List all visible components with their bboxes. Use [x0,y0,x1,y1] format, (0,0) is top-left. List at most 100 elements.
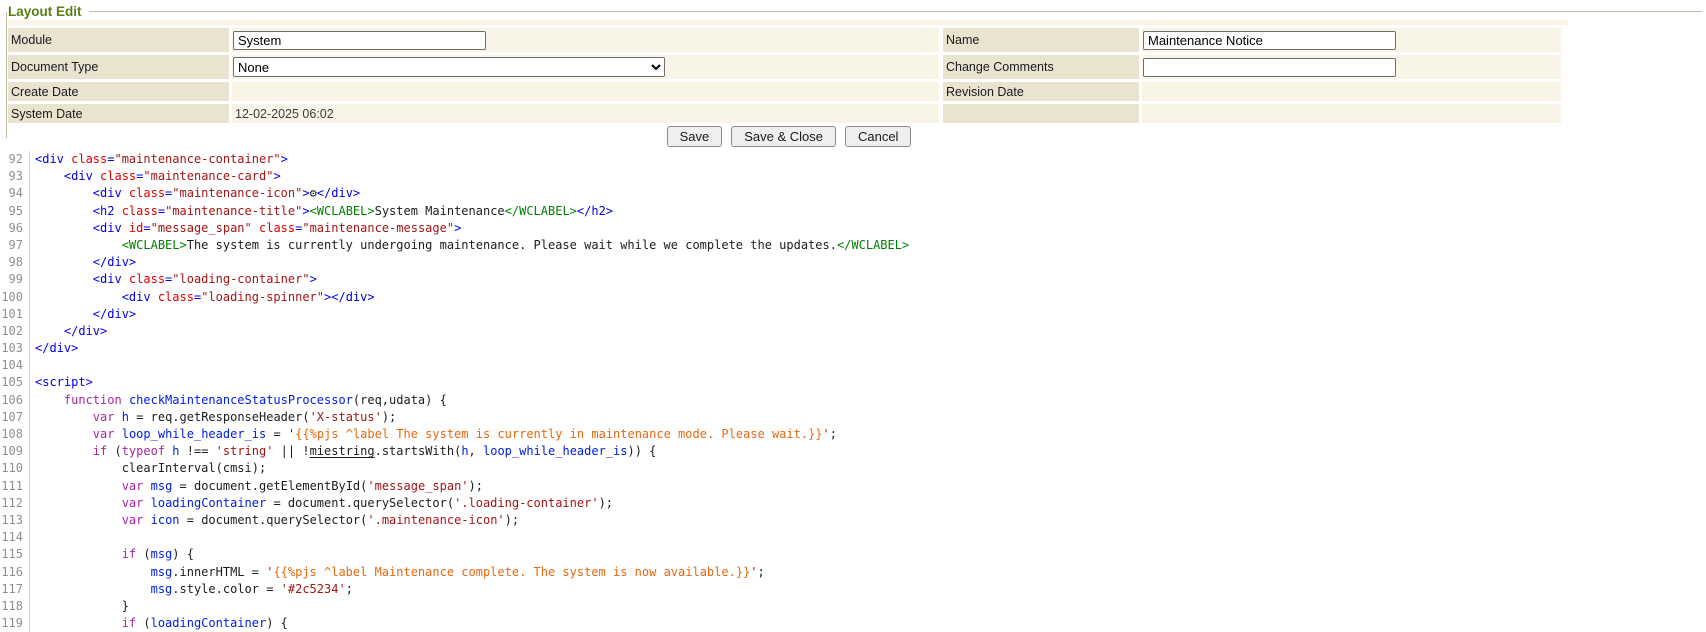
code-token-ostr: {{%pjs ^label The system is currently in… [295,427,822,441]
line-number: 107 [0,409,26,426]
code-line[interactable]: 113 var icon = document.querySelector('.… [0,512,1706,529]
code-line-content[interactable]: msg.innerHTML = '{{%pjs ^label Maintenan… [29,564,1706,581]
code-token-txt: ) { [172,547,194,561]
code-line[interactable]: 108 var loop_while_header_is = '{{%pjs ^… [0,426,1706,443]
code-line[interactable]: 117 msg.style.color = '#2c5234'; [0,581,1706,598]
code-line[interactable]: 109 if (typeof h !== 'string' || !miestr… [0,443,1706,460]
code-token-txt: ( [136,547,150,561]
code-token-ident: msg [151,479,173,493]
code-line[interactable]: 112 var loadingContainer = document.quer… [0,495,1706,512]
code-token-txt: = document.getElementById( [172,479,367,493]
code-token-str: ' [823,427,830,441]
code-line-content[interactable]: } [29,598,1706,615]
line-number: 102 [0,323,26,340]
code-token-txt: ; [830,427,837,441]
code-line[interactable]: 103</div> [0,340,1706,357]
code-line-content[interactable]: <div class="loading-container"> [29,271,1706,288]
code-editor[interactable]: 92<div class="maintenance-container">93 … [0,151,1706,632]
code-line[interactable]: 107 var h = req.getResponseHeader('X-sta… [0,409,1706,426]
module-input[interactable] [233,31,486,50]
code-token-txt: ) { [266,616,288,630]
code-line[interactable]: 116 msg.innerHTML = '{{%pjs ^label Maint… [0,564,1706,581]
code-line-content[interactable]: </div> [29,306,1706,323]
form-row-module-name: Module Name [8,28,1568,52]
form-top-strip [8,20,1568,25]
code-line-content[interactable]: <div class="maintenance-card"> [29,168,1706,185]
code-line-content[interactable]: <div class="loading-spinner"></div> [29,289,1706,306]
code-token-tag: <h2 [93,204,122,218]
code-line[interactable]: 94 <div class="maintenance-icon">⚙</div> [0,185,1706,202]
code-line[interactable]: 119 if (loadingContainer) { [0,615,1706,632]
code-line-content[interactable] [29,529,1706,546]
code-token-str: 'X-status' [310,410,382,424]
code-line-content[interactable]: function checkMaintenanceStatusProcessor… [29,392,1706,409]
code-line-content[interactable]: <div id="message_span" class="maintenanc… [29,220,1706,237]
code-token-txt: The system is currently undergoing maint… [187,238,837,252]
code-line[interactable]: 99 <div class="loading-container"> [0,271,1706,288]
code-token-txt [35,496,122,510]
code-line-content[interactable]: var loadingContainer = document.querySel… [29,495,1706,512]
create-date-label: Create Date [8,82,229,101]
code-line[interactable]: 93 <div class="maintenance-card"> [0,168,1706,185]
name-input[interactable] [1143,31,1396,50]
code-line-content[interactable]: </div> [29,340,1706,357]
save-and-close-button[interactable]: Save & Close [731,126,836,147]
line-number: 95 [0,203,26,220]
code-token-kw: function [64,393,122,407]
code-line[interactable]: 111 var msg = document.getElementById('m… [0,478,1706,495]
code-line[interactable]: 102 </div> [0,323,1706,340]
code-line[interactable]: 114 [0,529,1706,546]
code-token-txt [35,290,122,304]
code-line[interactable]: 95 <h2 class="maintenance-title"><WCLABE… [0,203,1706,220]
code-line[interactable]: 101 </div> [0,306,1706,323]
code-token-txt [143,479,150,493]
code-line[interactable]: 97 <WCLABEL>The system is currently unde… [0,237,1706,254]
line-number: 92 [0,151,26,168]
code-line-content[interactable] [29,357,1706,374]
code-token-txt: .startsWith( [375,444,462,458]
code-line[interactable]: 110 clearInterval(cmsi); [0,460,1706,477]
code-line[interactable]: 92<div class="maintenance-container"> [0,151,1706,168]
code-line[interactable]: 96 <div id="message_span" class="mainten… [0,220,1706,237]
code-line-content[interactable]: <script> [29,374,1706,391]
code-line-content[interactable]: </div> [29,254,1706,271]
code-line-content[interactable]: var icon = document.querySelector('.main… [29,512,1706,529]
code-line[interactable]: 98 </div> [0,254,1706,271]
code-line-content[interactable]: <div class="maintenance-icon">⚙</div> [29,185,1706,202]
code-token-tag: > [302,186,309,200]
code-token-ident: icon [151,513,180,527]
code-line-content[interactable]: var loop_while_header_is = '{{%pjs ^labe… [29,426,1706,443]
code-token-str: '.maintenance-icon' [367,513,504,527]
code-token-txt [35,616,122,630]
code-line-content[interactable]: if (msg) { [29,546,1706,563]
code-line[interactable]: 106 function checkMaintenanceStatusProce… [0,392,1706,409]
code-line[interactable]: 118 } [0,598,1706,615]
line-number: 104 [0,357,26,374]
code-token-txt [35,255,93,269]
code-token-tag: > [310,272,317,286]
code-token-tag: <div [93,272,129,286]
code-token-txt [35,410,93,424]
code-line[interactable]: 115 if (msg) { [0,546,1706,563]
change-comments-input[interactable] [1143,58,1396,77]
code-line[interactable]: 104 [0,357,1706,374]
code-line[interactable]: 100 <div class="loading-spinner"></div> [0,289,1706,306]
code-line-content[interactable]: if (typeof h !== 'string' || !miestring.… [29,443,1706,460]
code-line-content[interactable]: <div class="maintenance-container"> [29,151,1706,168]
document-type-label: Document Type [8,55,229,79]
code-line-content[interactable]: <WCLABEL>The system is currently undergo… [29,237,1706,254]
cancel-button[interactable]: Cancel [845,126,911,147]
save-button[interactable]: Save [667,126,723,147]
code-token-txt [35,565,151,579]
code-line-content[interactable]: var h = req.getResponseHeader('X-status'… [29,409,1706,426]
code-line-content[interactable]: <h2 class="maintenance-title"><WCLABEL>S… [29,203,1706,220]
code-line-content[interactable]: var msg = document.getElementById('messa… [29,478,1706,495]
code-line[interactable]: 105<script> [0,374,1706,391]
code-token-tag: </div> [93,255,136,269]
code-line-content[interactable]: if (loadingContainer) { [29,615,1706,632]
code-line-content[interactable]: msg.style.color = '#2c5234'; [29,581,1706,598]
code-line-content[interactable]: </div> [29,323,1706,340]
code-token-tag: > [302,204,309,218]
code-line-content[interactable]: clearInterval(cmsi); [29,460,1706,477]
document-type-select[interactable]: None [233,57,665,77]
